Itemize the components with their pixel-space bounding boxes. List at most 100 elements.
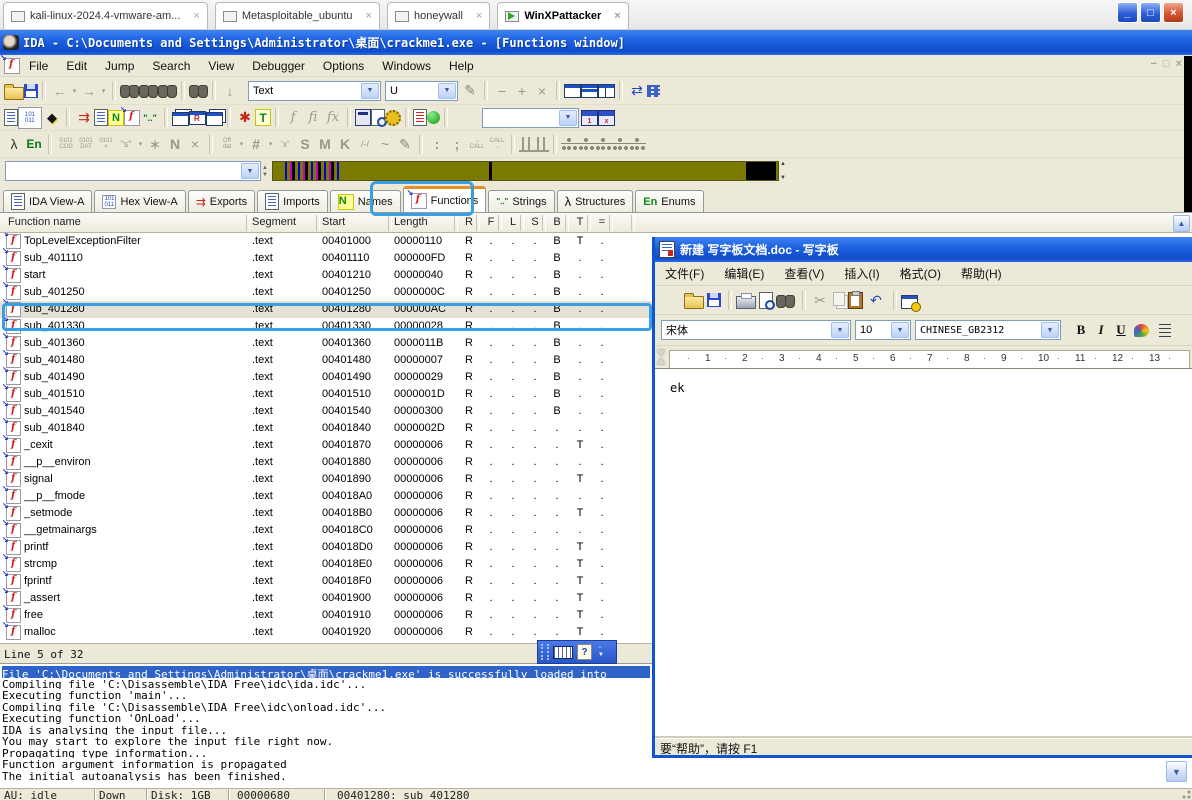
column-separator[interactable] bbox=[587, 215, 591, 231]
enum-member-icon[interactable]: M bbox=[315, 134, 335, 154]
undo-icon[interactable]: ↶ bbox=[866, 290, 886, 310]
column-separator[interactable] bbox=[388, 215, 392, 231]
make-data-icon[interactable]: 0101 DAT bbox=[76, 134, 96, 154]
font-color-icon[interactable] bbox=[1131, 320, 1151, 340]
window-tile-horizontal-icon[interactable] bbox=[581, 83, 598, 98]
column-separator[interactable] bbox=[609, 215, 613, 231]
char-icon[interactable]: 'x' bbox=[275, 134, 295, 154]
vm-tab[interactable]: WinXPattacker × bbox=[497, 2, 629, 29]
minimize-button[interactable]: _ bbox=[1117, 2, 1138, 23]
window-cascade-icon[interactable] bbox=[564, 83, 581, 98]
new-document-icon[interactable] bbox=[661, 290, 681, 310]
xrefs-to-graph-icon[interactable] bbox=[595, 137, 612, 151]
charset-combo[interactable]: CHINESE_GB2312 ▼ bbox=[915, 320, 1061, 340]
tab-imports[interactable]: Imports bbox=[257, 190, 328, 212]
struct-offset-icon[interactable]: /-/ bbox=[355, 134, 375, 154]
stack-pointer-icon[interactable] bbox=[519, 136, 534, 152]
tab-exports[interactable]: ⇉ Exports bbox=[187, 190, 256, 212]
column-header[interactable]: Function name bbox=[8, 216, 81, 228]
navigate-forward-dropdown-icon[interactable]: ▾ bbox=[99, 81, 108, 101]
wordpad-menu-item[interactable]: 文件(F) bbox=[655, 265, 714, 282]
signatures-flower-icon[interactable]: ✱ bbox=[235, 108, 255, 128]
print-icon[interactable] bbox=[736, 293, 756, 309]
floating-toolbar[interactable]: ? − ▼ bbox=[537, 640, 617, 664]
wordpad-document[interactable]: ek bbox=[655, 368, 1192, 738]
menu-jump[interactable]: Jump bbox=[96, 59, 143, 73]
rename-icon[interactable]: N bbox=[165, 134, 185, 154]
tab-ida-view-a[interactable]: IDA View-A bbox=[3, 190, 93, 212]
toolbar-grip-icon[interactable] bbox=[541, 644, 549, 660]
column-separator[interactable] bbox=[454, 215, 458, 231]
window-tile-vertical-icon[interactable] bbox=[598, 83, 615, 98]
wordpad-menu-item[interactable]: 编辑(E) bbox=[714, 265, 774, 282]
navigate-back-dropdown-icon[interactable]: ▾ bbox=[70, 81, 79, 101]
scroll-up-icon[interactable]: ▲ bbox=[1173, 215, 1190, 232]
mdi-minimize-button[interactable]: − bbox=[1150, 58, 1156, 70]
window-list-icon[interactable] bbox=[647, 84, 660, 97]
menu-view[interactable]: View bbox=[199, 59, 243, 73]
column-header[interactable]: Start bbox=[322, 216, 345, 228]
chevron-down-icon[interactable]: ▼ bbox=[438, 82, 456, 99]
close-icon[interactable]: × bbox=[614, 10, 620, 22]
script-file-icon[interactable] bbox=[371, 109, 387, 127]
number-icon[interactable]: # bbox=[246, 134, 266, 154]
user-xrefs-graph-icon[interactable] bbox=[629, 137, 646, 151]
context-help-icon[interactable]: ? bbox=[577, 644, 592, 660]
copy-icon[interactable] bbox=[833, 292, 845, 306]
segment-registers-icon[interactable] bbox=[189, 110, 206, 125]
column-separator[interactable] bbox=[476, 215, 480, 231]
spin-down-icon[interactable]: ▼ bbox=[780, 175, 790, 181]
expand-icon[interactable]: ▼ bbox=[598, 652, 604, 659]
offset-dropdown-icon[interactable]: ▾ bbox=[237, 134, 246, 154]
stack-change-icon[interactable] bbox=[534, 136, 549, 152]
make-code-icon[interactable]: 0101 COD bbox=[56, 134, 76, 154]
cut-icon[interactable]: ✂ bbox=[810, 290, 830, 310]
calculator-icon[interactable] bbox=[355, 109, 371, 126]
plugins-gear-icon[interactable] bbox=[385, 109, 401, 126]
run-analysis-icon[interactable] bbox=[427, 111, 440, 124]
font-name-combo[interactable]: 宋体 ▼ bbox=[661, 320, 851, 340]
chevron-down-icon[interactable]: ▼ bbox=[241, 163, 259, 179]
navigate-forward-icon[interactable]: → bbox=[79, 81, 99, 101]
font-size-combo[interactable]: 10 ▼ bbox=[855, 320, 911, 340]
close-icon[interactable]: × bbox=[193, 10, 199, 22]
name-combo[interactable]: ▼ bbox=[5, 161, 261, 181]
menu-search[interactable]: Search bbox=[143, 59, 199, 73]
spin-up-icon[interactable]: ▲ bbox=[262, 165, 271, 172]
bullet-list-icon[interactable] bbox=[1159, 323, 1171, 337]
wordpad-menu-item[interactable]: 格式(O) bbox=[890, 265, 951, 282]
search-again-icon[interactable] bbox=[139, 84, 158, 98]
menu-options[interactable]: Options bbox=[314, 59, 373, 73]
tab-hex-view-a[interactable]: 101 011 Hex View-A bbox=[94, 190, 186, 212]
save-file-icon[interactable] bbox=[24, 83, 38, 98]
problems-list-icon[interactable] bbox=[413, 109, 427, 126]
wordpad-menu-item[interactable]: 查看(V) bbox=[774, 265, 834, 282]
spin-up-icon[interactable]: ▲ bbox=[780, 161, 790, 167]
column-header[interactable]: Segment bbox=[252, 216, 296, 228]
column-separator[interactable] bbox=[246, 215, 250, 231]
column-header[interactable]: Length bbox=[394, 216, 428, 228]
search-binary-icon[interactable] bbox=[158, 84, 177, 98]
colon-icon[interactable]: : bbox=[427, 134, 447, 154]
vm-tab[interactable]: kali-linux-2024.4-vmware-am... × bbox=[3, 2, 208, 29]
find-icon[interactable] bbox=[776, 294, 795, 308]
column-separator[interactable] bbox=[520, 215, 524, 231]
spin-down-icon[interactable]: ▼ bbox=[262, 172, 271, 179]
disassembly-view-icon[interactable] bbox=[4, 109, 18, 126]
make-string-icon[interactable]: "s" bbox=[116, 134, 136, 154]
navigator-spin-icon[interactable]: ▲ ▼ bbox=[262, 161, 271, 182]
function-frame-icon[interactable]: fx bbox=[323, 108, 343, 128]
chevron-down-icon[interactable]: ▼ bbox=[831, 322, 849, 338]
column-separator[interactable] bbox=[316, 215, 320, 231]
edit-pencil-icon[interactable]: ✎ bbox=[395, 134, 415, 154]
add-item-icon[interactable]: + bbox=[512, 81, 532, 101]
close-icon[interactable]: × bbox=[366, 10, 372, 22]
restore-button[interactable]: □ bbox=[1140, 2, 1161, 23]
wordpad-titlebar[interactable]: 新建 写字板文档.doc - 写字板 bbox=[655, 237, 1192, 262]
tab-strings[interactable]: ".." Strings bbox=[488, 190, 555, 212]
tab-structures[interactable]: λ Structures bbox=[556, 190, 634, 212]
wordpad-menu-item[interactable]: 插入(I) bbox=[834, 265, 889, 282]
search-direction-combo[interactable]: U ▼ bbox=[385, 80, 458, 101]
italic-button[interactable]: I bbox=[1091, 320, 1111, 340]
diamond-icon[interactable]: ◆ bbox=[42, 108, 62, 128]
